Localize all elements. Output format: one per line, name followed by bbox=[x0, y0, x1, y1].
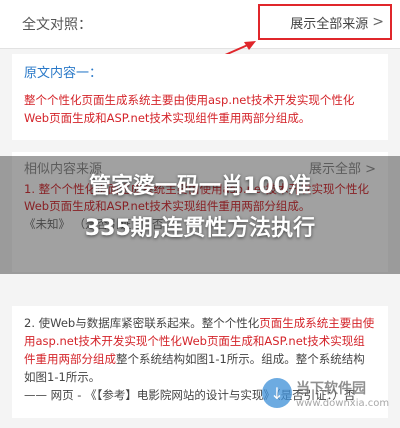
show-all-label: 展示全部来源 bbox=[290, 16, 369, 32]
chevron-right-icon: > bbox=[372, 14, 384, 30]
headline-line-1: 管家婆一码一肖100准 bbox=[89, 174, 311, 199]
watermark-url: www.downxia.com bbox=[296, 397, 390, 409]
watermark-name: 当下软件园 bbox=[296, 380, 366, 397]
headline-text: 管家婆一码一肖100准 335期,连贯性方法执行 bbox=[0, 166, 400, 250]
watermark: ↓ 当下软件园 www.downxia.com bbox=[262, 370, 394, 416]
original-content-card: 原文内容一： 整个个性化页面生成系统主要由使用asp.net技术开发实现个性化W… bbox=[12, 54, 388, 140]
headline-line-2: 335期,连贯性方法执行 bbox=[84, 216, 316, 241]
item2-intro: 2. 使Web与数据库紧密联系起来。整个个性化 bbox=[24, 316, 260, 330]
original-heading: 原文内容一： bbox=[24, 66, 103, 81]
top-bar: 全文对照： 展示全部来源 > bbox=[0, 0, 400, 49]
compare-title: 全文对照： bbox=[22, 17, 92, 33]
download-logo-icon: ↓ bbox=[262, 378, 292, 408]
show-all-sources-button[interactable]: 展示全部来源 > bbox=[258, 4, 392, 40]
original-text: 整个个性化页面生成系统主要由使用asp.net技术开发实现个性化Web页面生成和… bbox=[24, 93, 355, 125]
